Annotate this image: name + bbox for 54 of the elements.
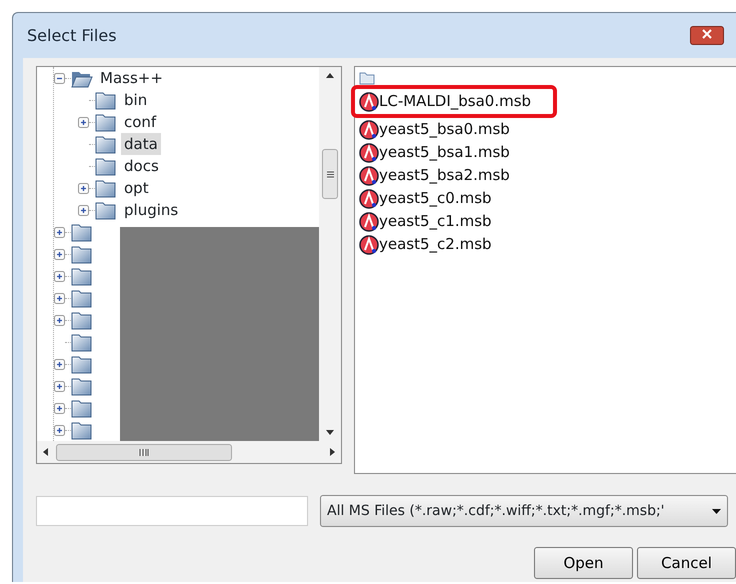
expand-icon[interactable] [78,204,89,216]
file-type-value: All MS Files (*.raw;*.cdf;*.wiff;*.txt;*.mgf;*.msb;' [327,502,665,520]
open-button[interactable]: Open [534,547,633,579]
tree-item[interactable]: bin [121,88,150,112]
tree-item[interactable]: docs [121,154,162,178]
file-item[interactable]: yeast5_bsa2.msb [379,164,510,187]
expand-icon[interactable] [54,380,65,392]
file-icon [359,166,379,186]
file-item[interactable]: yeast5_bsa1.msb [379,141,510,164]
file-icon [359,212,379,232]
expand-icon[interactable] [78,116,89,128]
vertical-scrollbar[interactable] [319,67,341,441]
scroll-right-icon[interactable] [330,448,335,456]
expand-icon[interactable] [78,182,89,194]
scroll-up-icon[interactable] [326,73,334,78]
tree-item[interactable]: data [121,132,161,156]
close-icon [701,29,713,40]
file-icon [359,234,379,254]
file-icon [359,188,379,208]
expand-icon[interactable] [54,292,65,304]
tree-item[interactable]: plugins [121,198,182,222]
tree-item[interactable]: opt [121,176,152,200]
expand-icon[interactable] [54,226,65,238]
file-item[interactable]: yeast5_c2.msb [379,233,492,256]
cancel-button[interactable]: Cancel [637,547,736,579]
file-icon [359,120,379,140]
grip-icon [139,448,149,456]
tree-item[interactable]: Mass++ [97,67,166,90]
expand-icon[interactable] [54,402,65,414]
caret-icon [712,508,721,514]
scroll-down-icon[interactable] [326,430,334,435]
file-item[interactable]: LC-MALDI_bsa0.msb [379,90,532,113]
window-title: Select Files [27,24,117,46]
scroll-thumb[interactable] [322,149,338,199]
close-button[interactable] [690,26,724,45]
expand-icon[interactable] [54,248,65,260]
tree-item[interactable]: conf [121,110,160,134]
folder-icon[interactable] [359,72,375,84]
file-item[interactable]: yeast5_c1.msb [379,210,492,233]
expand-icon[interactable] [54,358,65,370]
expand-icon[interactable] [54,270,65,282]
expand-icon[interactable] [54,314,65,326]
file-icon [359,142,379,162]
grip-icon [326,170,334,178]
file-item[interactable]: yeast5_bsa0.msb [379,118,510,141]
file-item[interactable]: yeast5_c0.msb [379,187,492,210]
file-type-dropdown[interactable]: All MS Files (*.raw;*.cdf;*.wiff;*.txt;*.mgf;*.msb;' [320,495,728,527]
file-name-field[interactable] [36,496,308,526]
file-icon [359,92,379,112]
scroll-left-icon[interactable] [43,448,48,456]
scroll-thumb[interactable] [56,444,232,460]
horizontal-scrollbar[interactable] [37,441,341,463]
collapse-icon[interactable] [54,72,65,84]
expand-icon[interactable] [54,424,65,436]
